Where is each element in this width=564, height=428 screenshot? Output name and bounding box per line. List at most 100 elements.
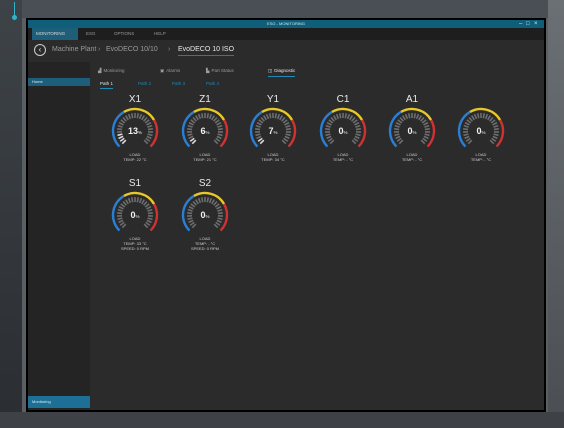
- maximize-icon[interactable]: □: [526, 20, 530, 28]
- gauge-s2: S2 0% LOAD TEMP: - °C SPEED: 0 RPM: [178, 178, 232, 252]
- path-tab-2[interactable]: Path 2: [138, 80, 151, 88]
- gauge-tick: [471, 115, 475, 121]
- monitor-bezel-right: [548, 0, 564, 428]
- gauge-tick: [213, 223, 219, 229]
- load-unit: %: [205, 214, 210, 219]
- gauge-tick: [397, 119, 403, 124]
- path-tab-3[interactable]: Path 3: [172, 80, 185, 88]
- gauge-tick: [208, 113, 213, 120]
- gauge-tick: [276, 113, 281, 120]
- speed-text: SPEED: 0 RPM: [120, 246, 149, 251]
- load-value: 0%: [385, 125, 439, 139]
- gauge-tick: [274, 113, 278, 119]
- gauge-tick: [191, 223, 197, 229]
- axis-label: X1: [128, 94, 142, 105]
- tab-label: Diagnostic: [274, 68, 296, 73]
- back-arrow-icon[interactable]: ‹: [34, 44, 46, 56]
- temperature-text: TEMP: - °C: [332, 157, 354, 162]
- gauge-tick: [352, 119, 358, 124]
- gauge-tick: [335, 113, 340, 120]
- gauge-tick: [136, 197, 140, 203]
- load-value: 0%: [108, 209, 162, 223]
- temperature-text: TEMP: 34 °C: [261, 157, 285, 162]
- gauge-tick: [143, 139, 149, 145]
- gauge-tick: [213, 200, 218, 206]
- gauge-tick: [421, 119, 427, 124]
- axis-label: S2: [198, 178, 212, 189]
- gauge-tick: [192, 200, 197, 206]
- path-tab-1[interactable]: Path 1: [100, 80, 114, 89]
- gauge-tick: [191, 139, 197, 145]
- tab-alarms[interactable]: ▣ Alarms: [160, 66, 180, 76]
- gauge-tick: [468, 116, 473, 122]
- gauge-tick: [208, 197, 213, 204]
- screen: ESG - MONITORING – □ × MONITORING ESG OP…: [26, 18, 546, 412]
- gauge-tick: [487, 115, 491, 121]
- gauge-tick: [141, 199, 145, 205]
- monitoring-icon: ▟: [98, 68, 102, 73]
- gauge-tick: [143, 200, 148, 206]
- gauge-y1: Y1 7% LOAD TEMP: 34 °C: [246, 94, 300, 168]
- gauge-tick: [138, 113, 143, 120]
- breadcrumb-evodeco-1010[interactable]: EvoDECO 10/10: [106, 45, 158, 55]
- gauge-tick: [190, 203, 196, 208]
- gauge-tick: [473, 113, 478, 120]
- gauge-tick: [344, 113, 348, 119]
- gauge-tick: [206, 197, 210, 203]
- gauge-tick: [258, 119, 264, 124]
- menu-esg[interactable]: ESG: [86, 28, 96, 40]
- window-title: ESG - MONITORING: [267, 21, 305, 26]
- gauge-tick: [398, 139, 404, 145]
- path-tab-4[interactable]: Path 4: [206, 80, 219, 88]
- diagnostic-icon: ◫: [268, 68, 273, 73]
- menu-options[interactable]: OPTIONS: [114, 28, 134, 40]
- axis-label: Z1: [199, 94, 211, 105]
- tab-label: Part Status: [211, 68, 234, 73]
- gauge-tick: [195, 199, 199, 205]
- tab-label: Monitoring: [103, 68, 125, 73]
- gauge-tick: [121, 139, 127, 145]
- breadcrumb-machine-plant[interactable]: Machine Plant: [52, 45, 96, 55]
- menu-monitoring[interactable]: MONITORING: [32, 28, 78, 40]
- load-value: 0%: [316, 125, 370, 139]
- sidebar-item-home[interactable]: Home: [28, 78, 90, 86]
- monitor-bezel-bottom: [0, 412, 564, 428]
- close-icon[interactable]: ×: [534, 20, 538, 28]
- gauge-tick: [122, 200, 127, 206]
- cable-pin: [12, 2, 19, 20]
- gauge-tick: [130, 197, 134, 203]
- tab-monitoring[interactable]: ▟ Monitoring: [98, 66, 124, 76]
- gauge-tick: [333, 115, 337, 121]
- gauge-tick: [349, 115, 353, 121]
- sidebar-item-monitoring[interactable]: Monitoring: [28, 396, 90, 408]
- gauge-tick: [482, 113, 486, 119]
- monitor-bezel-left: [0, 0, 22, 428]
- axis-label: A1: [405, 94, 419, 105]
- gauge-tick: [346, 113, 351, 120]
- gauge-unnamed: 0% LOAD TEMP: - °C: [454, 94, 508, 168]
- load-unit: %: [412, 130, 417, 135]
- tab-diagnostic[interactable]: ◫ Diagnostic: [268, 66, 296, 77]
- gauge-tick: [265, 113, 270, 120]
- gauge-tick: [268, 113, 272, 119]
- menu-help[interactable]: HELP: [154, 28, 166, 40]
- gauge-tick: [130, 113, 134, 119]
- gauge-tick: [127, 113, 132, 120]
- gauge-s1: S1 0% LOAD TEMP: 33 °C SPEED: 0 RPM: [108, 178, 162, 252]
- gauge-tick: [141, 115, 145, 121]
- gauge-tick: [197, 197, 202, 204]
- gauge-tick: [351, 139, 357, 145]
- gauge-tick: [138, 197, 143, 204]
- minimize-icon[interactable]: –: [519, 20, 522, 28]
- gauge-tick: [484, 113, 489, 120]
- breadcrumb: ‹ Machine Plant › EvoDECO 10/10 › EvoDEC…: [28, 40, 544, 62]
- gauge-tick: [144, 203, 150, 208]
- load-unit: %: [135, 214, 140, 219]
- tab-part-status[interactable]: ▙ Part Status: [206, 66, 234, 76]
- gauge-tick: [213, 116, 218, 122]
- load-unit: %: [273, 130, 278, 135]
- gauge-tick: [127, 197, 132, 204]
- gauge-tick: [214, 119, 220, 124]
- part-status-icon: ▙: [206, 68, 210, 73]
- load-value: 0%: [178, 209, 232, 223]
